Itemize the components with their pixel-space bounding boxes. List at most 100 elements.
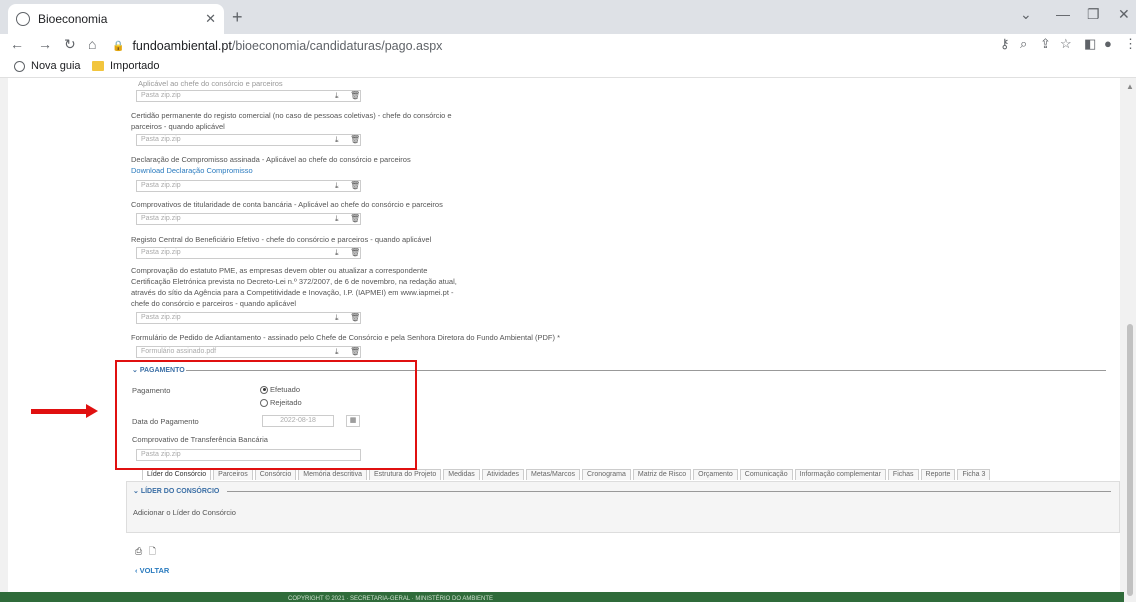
scroll-up-icon[interactable]: ▲ (1126, 82, 1134, 91)
file-input[interactable]: Pasta zip.zip ⤓ 🗑 (136, 180, 361, 192)
bookmark-label: Importado (110, 60, 160, 72)
file-input[interactable]: Pasta zip.zip ⤓ 🗑 (136, 90, 361, 102)
globe-icon (16, 12, 30, 26)
download-declaracao-link[interactable]: Download Declaração Compromisso (131, 166, 253, 175)
url-field[interactable]: 🔒 fundoambiental.pt /bioeconomia/candida… (112, 37, 996, 55)
url-domain: fundoambiental.pt (132, 39, 232, 53)
tab-consorcio[interactable]: Consórcio (254, 469, 297, 480)
tab-lider-consorcio[interactable]: Líder do Consórcio (142, 469, 212, 480)
forward-button[interactable]: → (38, 36, 52, 52)
tab-informacao-complementar[interactable]: Informação complementar (794, 469, 886, 480)
voltar-link[interactable]: ‹ VOLTAR (135, 566, 169, 575)
file-placeholder: Pasta zip.zip (141, 182, 181, 189)
key-icon[interactable]: ⚷ (1000, 36, 1010, 52)
close-tab-icon[interactable]: ✕ (205, 11, 216, 27)
highlight-box (115, 360, 417, 470)
print-icon[interactable]: ⎙ (135, 546, 142, 556)
doc-label: através do sítio da Agência para a Compe… (131, 288, 454, 297)
doc-label: Formulário de Pedido de Adiantamento - a… (131, 333, 560, 342)
zoom-icon[interactable]: ⌕ (1020, 36, 1027, 52)
tab-medidas[interactable]: Medidas (443, 469, 480, 480)
tab-metas-marcos[interactable]: Metas/Marcos (526, 469, 580, 480)
file-input[interactable]: Pasta zip.zip ⤓ 🗑 (136, 134, 361, 146)
tab-title: Bioeconomia (38, 12, 108, 26)
browser-tab[interactable]: Bioeconomia ✕ (8, 4, 224, 34)
upload-icon[interactable]: ⤓ (335, 214, 339, 224)
trash-icon[interactable]: 🗑 (350, 214, 360, 223)
bookmarks-bar: Nova guia Importado (0, 56, 1136, 78)
tab-fichas[interactable]: Fichas (887, 469, 919, 480)
lider-section-toggle[interactable]: ⌄ LÍDER DO CONSÓRCIO (133, 487, 219, 495)
minimize-button[interactable]: — (1056, 6, 1070, 22)
tab-matriz-risco[interactable]: Matriz de Risco (632, 469, 692, 480)
globe-icon (14, 60, 25, 72)
profile-icon[interactable]: ● (1104, 36, 1112, 51)
doc-label: Registo Central do Beneficiário Efetivo … (131, 235, 432, 244)
upload-icon[interactable]: ⤓ (335, 91, 339, 101)
lider-section-title: LÍDER DO CONSÓRCIO (140, 488, 220, 495)
add-lider-link[interactable]: Adicionar o Líder do Consórcio (133, 507, 236, 518)
tab-estrutura-projeto[interactable]: Estrutura do Projeto (369, 469, 442, 480)
share-icon[interactable]: ⇪ (1040, 36, 1051, 52)
trash-icon[interactable]: 🗑 (350, 248, 360, 257)
file-placeholder: Formulário assinado.pdf (141, 348, 217, 355)
trash-icon[interactable]: 🗑 (350, 181, 360, 190)
tab-parceiros[interactable]: Parceiros (213, 469, 253, 480)
browser-tab-bar: Bioeconomia ✕ + ⌄ — ❐ ✕ (0, 0, 1136, 34)
tab-panel: ⌄ LÍDER DO CONSÓRCIO Adicionar o Líder d… (126, 481, 1120, 533)
trash-icon[interactable]: 🗑 (350, 91, 360, 100)
upload-icon[interactable]: ⤓ (335, 313, 339, 323)
doc-label: Comprovação do estatuto PME, as empresas… (131, 266, 428, 275)
file-input[interactable]: Formulário assinado.pdf ⤓ 🗑 (136, 346, 361, 358)
lock-icon: 🔒 (112, 40, 125, 52)
tab-orcamento[interactable]: Orçamento (693, 469, 738, 480)
partial-label: Aplicável ao chefe do consórcio e parcei… (138, 79, 283, 88)
reload-button[interactable]: ↻ (64, 36, 76, 53)
upload-icon[interactable]: ⤓ (335, 181, 339, 191)
tab-reporte[interactable]: Reporte (920, 469, 956, 480)
document-icon[interactable]: 🗋 (149, 546, 156, 556)
new-tab-button[interactable]: + (232, 7, 243, 28)
voltar-label: VOLTAR (139, 566, 170, 575)
footer-bar (0, 592, 1124, 602)
home-button[interactable]: ⌂ (88, 36, 96, 52)
url-path: /bioeconomia/candidaturas/pago.aspx (231, 39, 443, 53)
back-button[interactable]: ← (10, 36, 24, 52)
tab-atividades[interactable]: Atividades (481, 469, 525, 480)
bookmark-importado[interactable]: Importado (92, 60, 160, 72)
file-input[interactable]: Pasta zip.zip ⤓ 🗑 (136, 213, 361, 225)
tab-comunicacao[interactable]: Comunicação (739, 469, 793, 480)
file-placeholder: Pasta zip.zip (141, 136, 181, 143)
doc-label: Declaração de Compromisso assinada - Apl… (131, 155, 411, 164)
upload-icon[interactable]: ⤓ (335, 347, 339, 357)
project-tabs: Líder do Consórcio Parceiros Consórcio M… (142, 469, 992, 481)
page-viewport: Aplicável ao chefe do consórcio e parcei… (0, 78, 1136, 602)
upload-icon[interactable]: ⤓ (335, 248, 339, 258)
menu-icon[interactable]: ⋮ (1124, 36, 1136, 52)
tab-ficha-3[interactable]: Ficha 3 (957, 469, 991, 480)
bookmark-nova-guia[interactable]: Nova guia (14, 60, 81, 72)
trash-icon[interactable]: 🗑 (350, 313, 360, 322)
tab-search-icon[interactable]: ⌄ (1020, 6, 1032, 23)
bottom-actions: ⎙ 🗋 (135, 544, 156, 560)
doc-label: Certidão permanente do registo comercial… (131, 111, 452, 120)
annotation-arrow-head (86, 404, 98, 418)
bookmark-label: Nova guia (31, 60, 81, 72)
restore-button[interactable]: ❐ (1087, 6, 1100, 23)
close-window-button[interactable]: ✕ (1118, 6, 1130, 23)
tab-cronograma[interactable]: Cronograma (582, 469, 631, 480)
trash-icon[interactable]: 🗑 (350, 347, 360, 356)
trash-icon[interactable]: 🗑 (350, 135, 360, 144)
doc-label: Certificação Eletrónica prevista no Decr… (131, 277, 457, 286)
star-icon[interactable]: ☆ (1060, 36, 1072, 52)
section-divider (227, 491, 1111, 492)
file-placeholder: Pasta zip.zip (141, 215, 181, 222)
page-scrollbar[interactable]: ▲ (1124, 78, 1136, 602)
doc-label: chefe do consórcio e parceiros - quando … (131, 299, 297, 308)
scroll-thumb[interactable] (1127, 324, 1133, 596)
sidepanel-icon[interactable]: ◧ (1084, 36, 1096, 52)
file-input[interactable]: Pasta zip.zip ⤓ 🗑 (136, 247, 361, 259)
upload-icon[interactable]: ⤓ (335, 135, 339, 145)
file-input[interactable]: Pasta zip.zip ⤓ 🗑 (136, 312, 361, 324)
tab-memoria-descritiva[interactable]: Memória descritiva (298, 469, 367, 480)
